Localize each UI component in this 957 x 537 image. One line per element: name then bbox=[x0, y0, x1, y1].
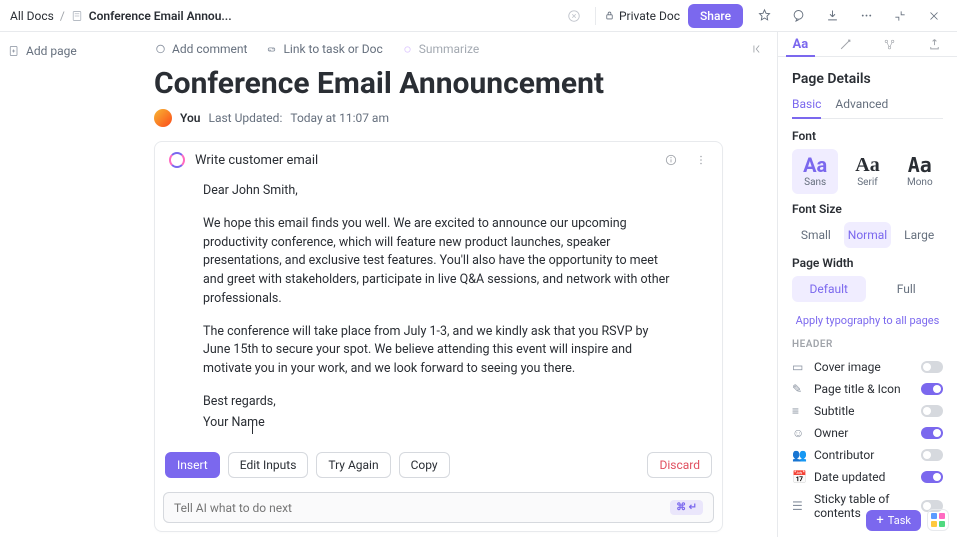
ai-followup-input[interactable] bbox=[174, 501, 670, 515]
subtitle-icon: ≡ bbox=[792, 404, 806, 418]
add-comment-button[interactable]: Add comment bbox=[154, 42, 247, 56]
clear-icon[interactable] bbox=[561, 3, 587, 29]
email-para: We hope this email finds you well. We ar… bbox=[203, 215, 674, 309]
row-date-updated: Date updated bbox=[814, 470, 913, 484]
lock-icon bbox=[604, 10, 615, 21]
panel-title: Page Details bbox=[792, 71, 943, 87]
collapse-icon[interactable] bbox=[887, 3, 913, 29]
avatar bbox=[154, 109, 172, 127]
panel-tab-export[interactable] bbox=[912, 32, 957, 56]
kbd-hint: ⌘ ↵ bbox=[670, 500, 703, 515]
export-icon bbox=[927, 37, 942, 52]
panel-tab-typography[interactable]: Aa bbox=[778, 32, 823, 56]
sparkle-icon bbox=[401, 43, 414, 56]
row-cover-image: Cover image bbox=[814, 360, 913, 374]
breadcrumb-root[interactable]: All Docs bbox=[10, 9, 54, 23]
toggle-cover-image[interactable] bbox=[921, 361, 943, 373]
wand-icon bbox=[838, 37, 853, 52]
apps-launcher[interactable] bbox=[927, 509, 949, 531]
font-section-label: Font bbox=[792, 129, 943, 143]
add-page-button[interactable]: Add page bbox=[8, 44, 92, 58]
toc-icon: ☰ bbox=[792, 499, 806, 513]
size-normal[interactable]: Normal bbox=[844, 222, 892, 248]
more-icon[interactable] bbox=[853, 3, 879, 29]
font-sans[interactable]: AaSans bbox=[792, 149, 838, 194]
relations-icon bbox=[882, 37, 897, 52]
text-caret bbox=[252, 420, 253, 434]
font-mono[interactable]: AaMono bbox=[897, 149, 943, 194]
try-again-button[interactable]: Try Again bbox=[316, 452, 390, 478]
title-icon: ✎ bbox=[792, 382, 806, 396]
star-icon[interactable] bbox=[751, 3, 777, 29]
subtab-basic[interactable]: Basic bbox=[792, 97, 821, 119]
panel-tab-relations[interactable] bbox=[868, 32, 913, 56]
size-small[interactable]: Small bbox=[792, 222, 840, 248]
updated-label: Last Updated: bbox=[208, 111, 282, 125]
row-owner: Owner bbox=[814, 426, 913, 440]
summarize-button[interactable]: Summarize bbox=[401, 42, 480, 56]
copy-button[interactable]: Copy bbox=[399, 452, 450, 478]
email-signature: Your Name bbox=[203, 414, 674, 433]
toggle-owner[interactable] bbox=[921, 427, 943, 439]
page-width-label: Page Width bbox=[792, 256, 943, 270]
date-icon: 📅 bbox=[792, 470, 806, 484]
page-title[interactable]: Conference Email Announcement bbox=[112, 62, 765, 109]
info-icon[interactable] bbox=[664, 153, 678, 167]
apply-typography-link[interactable]: Apply typography to all pages bbox=[792, 314, 943, 327]
comment-bubble-icon[interactable] bbox=[785, 3, 811, 29]
ai-body[interactable]: Dear John Smith, We hope this email find… bbox=[155, 178, 722, 446]
new-task-button[interactable]: +Task bbox=[866, 510, 921, 531]
link-task-button[interactable]: Link to task or Doc bbox=[265, 42, 382, 56]
discard-button[interactable]: Discard bbox=[647, 452, 712, 478]
row-subtitle: Subtitle bbox=[814, 404, 913, 418]
owner-icon: ☺ bbox=[792, 426, 806, 440]
font-size-label: Font Size bbox=[792, 202, 943, 216]
breadcrumb-separator: / bbox=[60, 9, 65, 23]
toggle-subtitle[interactable] bbox=[921, 405, 943, 417]
insert-button[interactable]: Insert bbox=[165, 452, 220, 478]
close-icon[interactable] bbox=[921, 3, 947, 29]
row-contributor: Contributor bbox=[814, 448, 913, 462]
edit-inputs-button[interactable]: Edit Inputs bbox=[228, 452, 309, 478]
author-name: You bbox=[180, 111, 200, 125]
ai-more-icon[interactable] bbox=[694, 153, 708, 167]
header-section-caption: HEADER bbox=[792, 339, 943, 350]
link-icon bbox=[265, 43, 278, 56]
email-signoff: Best regards, bbox=[203, 393, 674, 412]
ai-card: Write customer email Dear John Smith, We… bbox=[154, 141, 723, 532]
panel-collapse-icon[interactable] bbox=[751, 42, 765, 56]
font-serif[interactable]: AaSerif bbox=[844, 149, 890, 194]
contrib-icon: 👥 bbox=[792, 448, 806, 462]
image-icon: ▭ bbox=[792, 360, 806, 374]
ai-input-wrapper: ⌘ ↵ bbox=[163, 492, 714, 523]
share-button[interactable]: Share bbox=[688, 4, 743, 28]
updated-value: Today at 11:07 am bbox=[290, 111, 389, 125]
panel-tab-ai[interactable] bbox=[823, 32, 868, 56]
width-full[interactable]: Full bbox=[870, 276, 944, 302]
toggle-page-title[interactable] bbox=[921, 383, 943, 395]
breadcrumb-current[interactable]: Conference Email Annou... bbox=[89, 9, 232, 23]
email-para: The conference will take place from July… bbox=[203, 323, 674, 379]
download-icon[interactable] bbox=[819, 3, 845, 29]
ai-orb-icon bbox=[169, 152, 185, 168]
breadcrumb: All Docs / Conference Email Annou... bbox=[10, 9, 232, 23]
subtab-advanced[interactable]: Advanced bbox=[835, 97, 888, 118]
row-page-title: Page title & Icon bbox=[814, 382, 913, 396]
add-page-icon bbox=[8, 45, 20, 57]
toggle-date-updated[interactable] bbox=[921, 471, 943, 483]
email-greeting: Dear John Smith, bbox=[203, 182, 674, 201]
size-large[interactable]: Large bbox=[895, 222, 943, 248]
toggle-contributor[interactable] bbox=[921, 449, 943, 461]
doc-icon bbox=[71, 10, 83, 22]
comment-icon bbox=[154, 43, 167, 56]
privacy-indicator[interactable]: Private Doc bbox=[604, 9, 680, 23]
width-default[interactable]: Default bbox=[792, 276, 866, 302]
ai-prompt-title: Write customer email bbox=[195, 153, 318, 168]
doc-meta: You Last Updated: Today at 11:07 am bbox=[112, 109, 765, 141]
